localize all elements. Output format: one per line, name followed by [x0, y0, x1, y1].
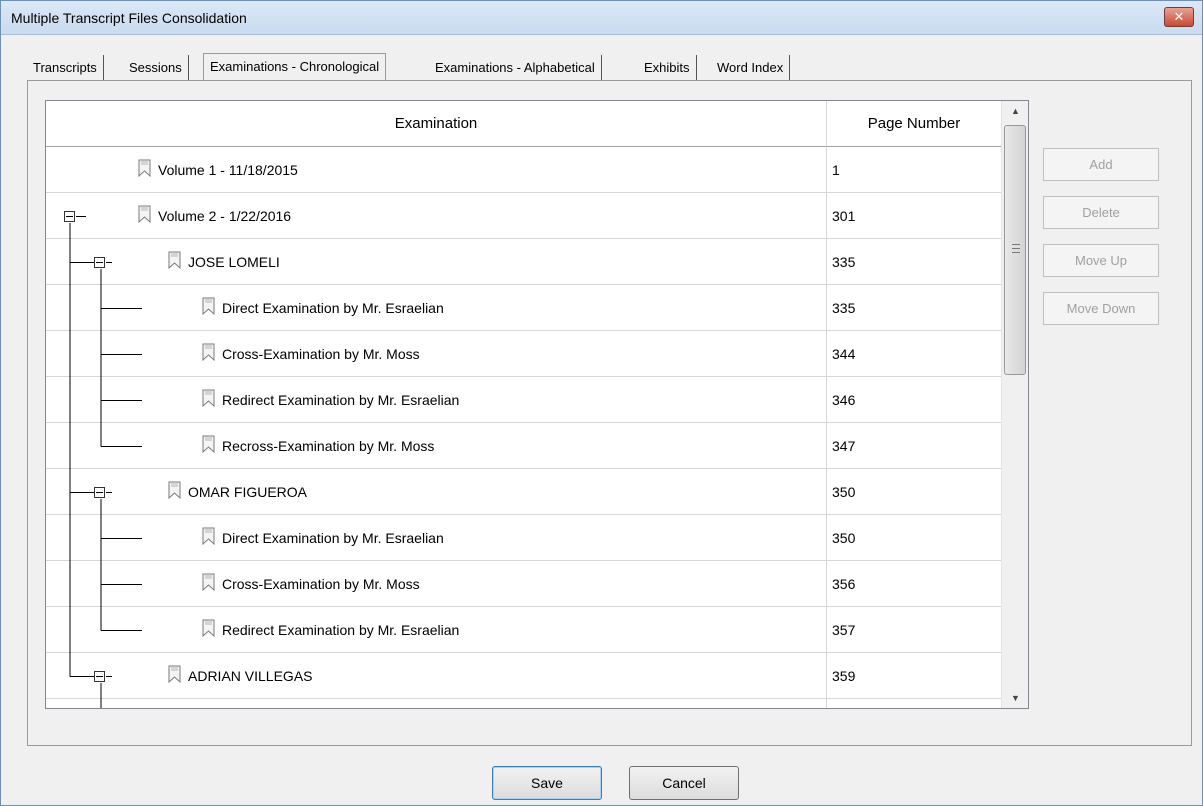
- scroll-up-icon[interactable]: ▲: [1002, 101, 1028, 121]
- table-row[interactable]: JOSE LOMELI 335: [46, 239, 1001, 285]
- save-button[interactable]: Save: [492, 766, 602, 800]
- page-number-cell[interactable]: 1: [827, 147, 1001, 193]
- collapse-icon[interactable]: [94, 671, 105, 682]
- table-row[interactable]: ADRIAN VILLEGAS 359: [46, 653, 1001, 699]
- examination-label: OMAR FIGUEROA: [188, 484, 308, 500]
- bookmark-icon: [168, 665, 182, 684]
- examination-label: ADRIAN VILLEGAS: [188, 668, 313, 684]
- examination-cell[interactable]: Redirect Examination by Mr. Esraelian: [46, 607, 827, 653]
- page-number-cell[interactable]: 359: [827, 699, 1001, 708]
- examination-label: Direct Examination by Mr. Esraelian: [222, 530, 444, 546]
- table-row[interactable]: OMAR FIGUEROA 350: [46, 469, 1001, 515]
- collapse-icon[interactable]: [94, 257, 105, 268]
- bookmark-icon: [202, 573, 216, 592]
- bookmark-icon: [202, 619, 216, 638]
- bookmark-icon: [202, 343, 216, 362]
- table-row[interactable]: Redirect Examination by Mr. Esraelian 357: [46, 607, 1001, 653]
- tab-examinations-alphabetical[interactable]: Examinations - Alphabetical: [429, 55, 602, 80]
- move-up-button[interactable]: Move Up: [1043, 244, 1159, 277]
- examination-label: Direct Examination by Mr. Esraelian: [222, 699, 444, 708]
- examination-cell[interactable]: ADRIAN VILLEGAS: [46, 653, 827, 699]
- collapse-icon[interactable]: [94, 487, 105, 498]
- page-number-cell[interactable]: 335: [827, 239, 1001, 285]
- grid-header: Examination Page Number: [46, 101, 1001, 147]
- bookmark-icon: [168, 251, 182, 270]
- table-row[interactable]: Direct Examination by Mr. Esraelian 359: [46, 699, 1001, 708]
- table-row[interactable]: Direct Examination by Mr. Esraelian 335: [46, 285, 1001, 331]
- examination-cell[interactable]: OMAR FIGUEROA: [46, 469, 827, 515]
- close-button[interactable]: ✕: [1164, 7, 1194, 27]
- page-number-cell[interactable]: 350: [827, 515, 1001, 561]
- add-button[interactable]: Add: [1043, 148, 1159, 181]
- bookmark-icon: [138, 205, 152, 224]
- examination-label: Redirect Examination by Mr. Esraelian: [222, 392, 460, 408]
- examination-cell[interactable]: Redirect Examination by Mr. Esraelian: [46, 377, 827, 423]
- grip-icon: [1012, 244, 1020, 253]
- examination-cell[interactable]: Cross-Examination by Mr. Moss: [46, 561, 827, 607]
- examination-label: Recross-Examination by Mr. Moss: [222, 438, 435, 454]
- move-down-button[interactable]: Move Down: [1043, 292, 1159, 325]
- bookmark-icon: [202, 297, 216, 316]
- bookmark-icon: [138, 159, 152, 178]
- examination-cell[interactable]: Volume 2 - 1/22/2016: [46, 193, 827, 239]
- collapse-icon[interactable]: [64, 211, 75, 222]
- examination-label: Cross-Examination by Mr. Moss: [222, 346, 420, 362]
- tab-exhibits[interactable]: Exhibits: [638, 55, 697, 80]
- examination-label: JOSE LOMELI: [188, 254, 280, 270]
- table-row[interactable]: Direct Examination by Mr. Esraelian 350: [46, 515, 1001, 561]
- examination-label: Volume 2 - 1/22/2016: [158, 208, 292, 224]
- examination-cell[interactable]: Direct Examination by Mr. Esraelian: [46, 699, 827, 708]
- table-row[interactable]: Cross-Examination by Mr. Moss 356: [46, 561, 1001, 607]
- examination-cell[interactable]: Volume 1 - 11/18/2015: [46, 147, 827, 193]
- page-number-cell[interactable]: 359: [827, 653, 1001, 699]
- close-icon: ✕: [1173, 9, 1185, 24]
- page-number-cell[interactable]: 346: [827, 377, 1001, 423]
- examination-cell[interactable]: JOSE LOMELI: [46, 239, 827, 285]
- delete-button[interactable]: Delete: [1043, 196, 1159, 229]
- grid-rows: Volume 1 - 11/18/2015 1 Volume 2 - 1/22/20…: [46, 147, 1001, 708]
- cancel-button[interactable]: Cancel: [629, 766, 739, 800]
- examination-label: Direct Examination by Mr. Esraelian: [222, 300, 444, 316]
- page-number-cell[interactable]: 344: [827, 331, 1001, 377]
- title-bar: Multiple Transcript Files Consolidation …: [1, 1, 1202, 35]
- examination-label: Cross-Examination by Mr. Moss: [222, 576, 420, 592]
- page-number-cell[interactable]: 301: [827, 193, 1001, 239]
- tab-examinations-chronological[interactable]: Examinations - Chronological: [203, 53, 387, 81]
- table-row[interactable]: Volume 1 - 11/18/2015 1: [46, 147, 1001, 193]
- page-number-cell[interactable]: 356: [827, 561, 1001, 607]
- examination-cell[interactable]: Cross-Examination by Mr. Moss: [46, 331, 827, 377]
- table-row[interactable]: Recross-Examination by Mr. Moss 347: [46, 423, 1001, 469]
- bookmark-icon: [168, 481, 182, 500]
- window-title: Multiple Transcript Files Consolidation: [11, 10, 247, 26]
- page-number-cell[interactable]: 357: [827, 607, 1001, 653]
- examination-cell[interactable]: Direct Examination by Mr. Esraelian: [46, 285, 827, 331]
- examination-label: Redirect Examination by Mr. Esraelian: [222, 622, 460, 638]
- bookmark-icon: [202, 435, 216, 454]
- examination-cell[interactable]: Recross-Examination by Mr. Moss: [46, 423, 827, 469]
- page-number-cell[interactable]: 335: [827, 285, 1001, 331]
- scroll-down-icon[interactable]: ▼: [1002, 688, 1028, 708]
- tab-word-index[interactable]: Word Index: [711, 55, 791, 80]
- table-row[interactable]: Cross-Examination by Mr. Moss 344: [46, 331, 1001, 377]
- examinations-grid[interactable]: Examination Page Number Volume 1 - 11/18…: [45, 100, 1029, 709]
- examination-cell[interactable]: Direct Examination by Mr. Esraelian: [46, 515, 827, 561]
- page-number-cell[interactable]: 350: [827, 469, 1001, 515]
- vertical-scrollbar[interactable]: ▲ ▼: [1001, 101, 1028, 708]
- bookmark-icon: [202, 389, 216, 408]
- scroll-thumb[interactable]: [1004, 125, 1026, 375]
- column-header-page-number[interactable]: Page Number: [827, 101, 1001, 147]
- bookmark-icon: [202, 527, 216, 546]
- tab-sessions[interactable]: Sessions: [123, 55, 189, 80]
- table-row[interactable]: Volume 2 - 1/22/2016 301: [46, 193, 1001, 239]
- table-row[interactable]: Redirect Examination by Mr. Esraelian 346: [46, 377, 1001, 423]
- dialog-window: Multiple Transcript Files Consolidation …: [0, 0, 1203, 806]
- tab-transcripts[interactable]: Transcripts: [27, 55, 104, 80]
- column-header-examination[interactable]: Examination: [46, 101, 827, 147]
- examination-label: Volume 1 - 11/18/2015: [158, 162, 298, 178]
- page-number-cell[interactable]: 347: [827, 423, 1001, 469]
